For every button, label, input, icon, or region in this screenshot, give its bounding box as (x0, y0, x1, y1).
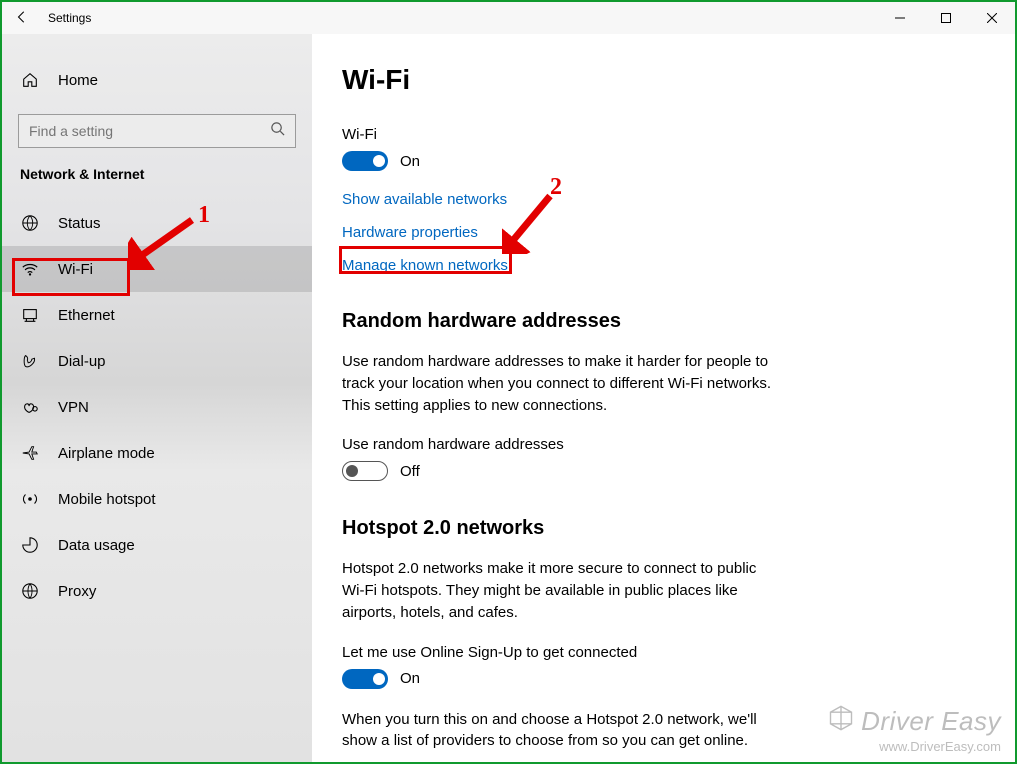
sidebar-item-label: Data usage (58, 537, 135, 554)
hotspot2-toggle-label: Let me use Online Sign-Up to get connect… (342, 644, 965, 661)
watermark: Driver Easy www.DriverEasy.com (827, 704, 1001, 754)
watermark-url: www.DriverEasy.com (827, 739, 1001, 754)
search-input[interactable] (29, 123, 270, 139)
hotspot2-footer: When you turn this on and choose a Hotsp… (342, 709, 782, 753)
page-title: Wi-Fi (342, 64, 965, 96)
title-bar: Settings (2, 2, 1015, 34)
home-label: Home (58, 72, 98, 89)
random-hw-toggle[interactable] (342, 461, 388, 481)
sidebar-item-wifi[interactable]: Wi-Fi (2, 246, 312, 292)
watermark-logo-icon (827, 704, 855, 739)
minimize-button[interactable] (877, 2, 923, 34)
wifi-toggle-label: Wi-Fi (342, 126, 965, 143)
status-icon (20, 213, 40, 233)
sidebar-item-vpn[interactable]: VPN (2, 384, 312, 430)
random-hw-description: Use random hardware addresses to make it… (342, 351, 782, 416)
sidebar-item-hotspot[interactable]: Mobile hotspot (2, 476, 312, 522)
sidebar-item-proxy[interactable]: Proxy (2, 568, 312, 614)
sidebar-item-label: Dial-up (58, 353, 106, 370)
sidebar-item-label: Ethernet (58, 307, 115, 324)
sidebar-item-label: Airplane mode (58, 445, 155, 462)
close-button[interactable] (969, 2, 1015, 34)
hotspot2-toggle-state: On (400, 670, 420, 687)
wifi-toggle-state: On (400, 153, 420, 170)
ethernet-icon (20, 305, 40, 325)
search-box[interactable] (18, 114, 296, 148)
random-hw-toggle-state: Off (400, 463, 420, 480)
sidebar-item-label: Status (58, 215, 101, 232)
datausage-icon (20, 535, 40, 555)
content-pane: Wi-Fi Wi-Fi On Show available networks H… (312, 34, 1015, 762)
airplane-icon (20, 443, 40, 463)
manage-known-networks-link[interactable]: Manage known networks (342, 257, 965, 274)
random-hw-toggle-label: Use random hardware addresses (342, 436, 965, 453)
random-hw-heading: Random hardware addresses (342, 310, 965, 333)
sidebar-item-label: Proxy (58, 583, 96, 600)
wifi-icon (20, 259, 40, 279)
sidebar-item-label: Mobile hotspot (58, 491, 156, 508)
sidebar-item-ethernet[interactable]: Ethernet (2, 292, 312, 338)
sidebar-item-datausage[interactable]: Data usage (2, 522, 312, 568)
hardware-properties-link[interactable]: Hardware properties (342, 224, 965, 241)
vpn-icon (20, 397, 40, 417)
sidebar-item-status[interactable]: Status (2, 200, 312, 246)
dialup-icon (20, 351, 40, 371)
category-heading: Network & Internet (2, 166, 312, 200)
back-button[interactable] (2, 10, 42, 27)
window-title: Settings (42, 11, 91, 25)
sidebar-item-airplane[interactable]: Airplane mode (2, 430, 312, 476)
watermark-brand: Driver Easy (861, 706, 1001, 737)
hotspot2-description: Hotspot 2.0 networks make it more secure… (342, 558, 782, 623)
sidebar-item-dialup[interactable]: Dial-up (2, 338, 312, 384)
sidebar-item-label: VPN (58, 399, 89, 416)
hotspot-icon (20, 489, 40, 509)
home-icon (20, 70, 40, 90)
sidebar: Home Network & Internet Status Wi-Fi Ether… (2, 34, 312, 762)
proxy-icon (20, 581, 40, 601)
search-icon (270, 121, 285, 141)
maximize-button[interactable] (923, 2, 969, 34)
hotspot2-heading: Hotspot 2.0 networks (342, 517, 965, 540)
show-available-networks-link[interactable]: Show available networks (342, 191, 965, 208)
wifi-toggle[interactable] (342, 151, 388, 171)
home-button[interactable]: Home (2, 60, 312, 100)
sidebar-item-label: Wi-Fi (58, 261, 93, 278)
hotspot2-toggle[interactable] (342, 669, 388, 689)
